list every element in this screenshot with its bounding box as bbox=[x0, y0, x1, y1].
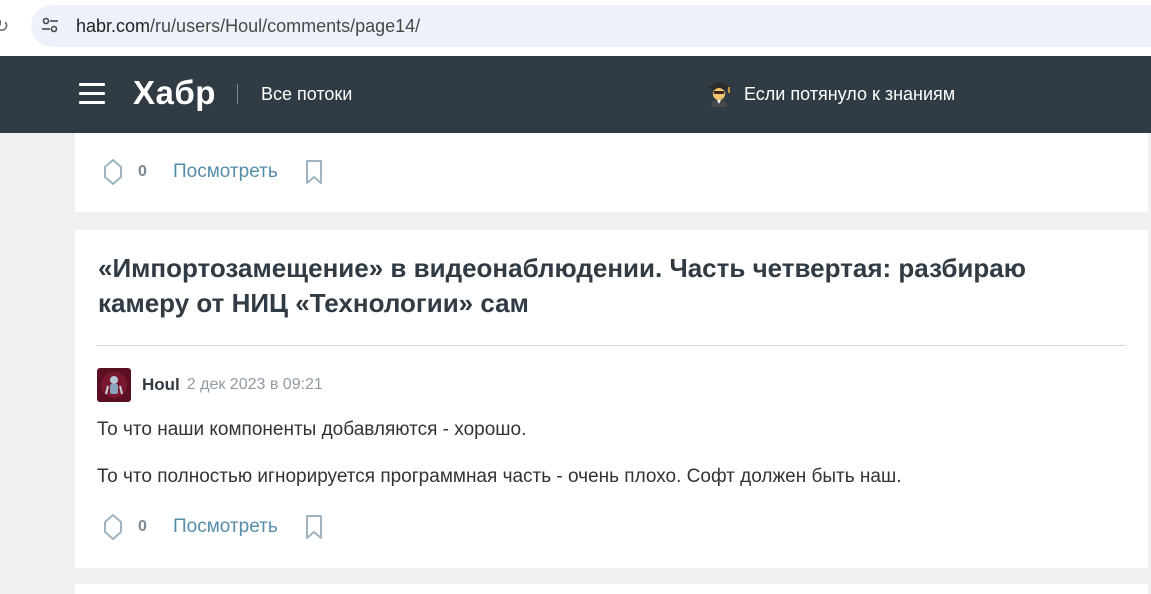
view-link[interactable]: Посмотреть bbox=[173, 516, 278, 538]
comment-author[interactable]: Houl bbox=[142, 375, 180, 395]
avatar[interactable] bbox=[97, 368, 131, 402]
post-title[interactable]: «Импортозамещение» в видеонаблюдении. Ча… bbox=[98, 251, 1098, 321]
previous-comment-card: 0 Посмотреть bbox=[75, 133, 1148, 212]
student-emoji-icon bbox=[707, 82, 731, 107]
vote-icon[interactable] bbox=[103, 158, 123, 186]
site-info-icon[interactable] bbox=[39, 14, 61, 36]
bookmark-icon[interactable] bbox=[304, 514, 324, 540]
comment-card: «Импортозамещение» в видеонаблюдении. Ча… bbox=[75, 230, 1148, 568]
reload-icon[interactable]: ↻ bbox=[0, 14, 9, 38]
comment-actions: 0 Посмотреть bbox=[103, 155, 324, 189]
vote-count: 0 bbox=[138, 163, 147, 180]
all-streams-link[interactable]: Все потоки bbox=[261, 82, 352, 106]
bookmark-icon[interactable] bbox=[304, 159, 324, 185]
promo-text: Если потянуло к знаниям bbox=[744, 84, 956, 104]
comment-actions: 0 Посмотреть bbox=[103, 510, 324, 544]
address-bar[interactable]: habr.com/ru/users/Houl/comments/page14/ bbox=[31, 5, 1151, 47]
url-host: habr.com bbox=[76, 16, 151, 36]
browser-toolbar: ↻ habr.com/ru/users/Houl/comments/page14… bbox=[0, 0, 1151, 56]
vote-count: 0 bbox=[138, 518, 147, 535]
next-comment-card bbox=[75, 584, 1148, 594]
logo-divider bbox=[237, 84, 238, 104]
comment-meta: Houl 2 дек 2023 в 09:21 bbox=[97, 368, 323, 402]
view-link[interactable]: Посмотреть bbox=[173, 161, 278, 183]
habr-logo[interactable]: Хабр bbox=[133, 73, 216, 113]
separator bbox=[97, 345, 1126, 346]
promo-link[interactable]: Если потянуло к знаниям bbox=[706, 80, 955, 108]
url-path: /ru/users/Houl/comments/page14/ bbox=[150, 16, 421, 36]
comment-paragraph: То что наши компоненты добавляются - хор… bbox=[97, 419, 527, 440]
menu-icon[interactable] bbox=[79, 83, 105, 105]
vote-icon[interactable] bbox=[103, 513, 123, 541]
site-header: Хабр Все потоки Если потянуло к знаниям bbox=[0, 56, 1151, 133]
comment-paragraph: То что полностью игнорируется программна… bbox=[97, 466, 902, 487]
url-text[interactable]: habr.com/ru/users/Houl/comments/page14/ bbox=[76, 5, 420, 47]
comment-time[interactable]: 2 дек 2023 в 09:21 bbox=[187, 376, 323, 394]
